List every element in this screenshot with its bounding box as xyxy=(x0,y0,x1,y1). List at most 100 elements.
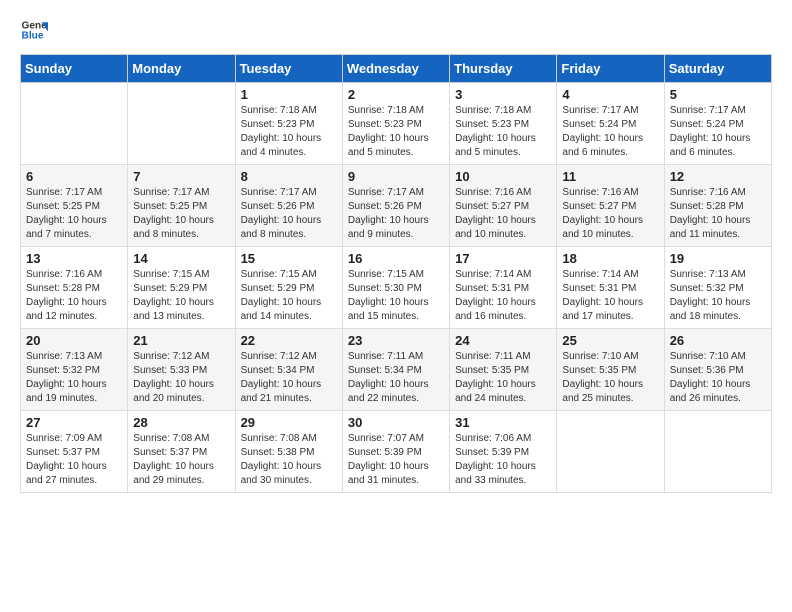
day-number: 28 xyxy=(133,415,229,430)
day-info: Sunrise: 7:15 AMSunset: 5:29 PMDaylight:… xyxy=(241,268,337,324)
day-info: Sunrise: 7:08 AMSunset: 5:38 PMDaylight:… xyxy=(241,432,337,488)
calendar-table: SundayMondayTuesdayWednesdayThursdayFrid… xyxy=(20,54,772,493)
day-info: Sunrise: 7:11 AMSunset: 5:35 PMDaylight:… xyxy=(455,350,551,406)
weekday-header-tuesday: Tuesday xyxy=(235,55,342,83)
day-info: Sunrise: 7:16 AMSunset: 5:27 PMDaylight:… xyxy=(455,186,551,242)
day-number: 14 xyxy=(133,251,229,266)
calendar-cell: 23 Sunrise: 7:11 AMSunset: 5:34 PMDayligh… xyxy=(342,329,449,411)
day-number: 6 xyxy=(26,169,122,184)
day-number: 10 xyxy=(455,169,551,184)
calendar-cell xyxy=(21,83,128,165)
day-info: Sunrise: 7:10 AMSunset: 5:35 PMDaylight:… xyxy=(562,350,658,406)
day-info: Sunrise: 7:17 AMSunset: 5:26 PMDaylight:… xyxy=(348,186,444,242)
day-number: 8 xyxy=(241,169,337,184)
calendar-cell: 18 Sunrise: 7:14 AMSunset: 5:31 PMDayligh… xyxy=(557,247,664,329)
calendar-cell: 15 Sunrise: 7:15 AMSunset: 5:29 PMDayligh… xyxy=(235,247,342,329)
calendar-cell: 5 Sunrise: 7:17 AMSunset: 5:24 PMDaylight… xyxy=(664,83,771,165)
day-info: Sunrise: 7:14 AMSunset: 5:31 PMDaylight:… xyxy=(562,268,658,324)
page-header: General Blue xyxy=(20,16,772,44)
calendar-cell: 29 Sunrise: 7:08 AMSunset: 5:38 PMDayligh… xyxy=(235,411,342,493)
day-number: 22 xyxy=(241,333,337,348)
calendar-cell: 22 Sunrise: 7:12 AMSunset: 5:34 PMDayligh… xyxy=(235,329,342,411)
calendar-cell: 1 Sunrise: 7:18 AMSunset: 5:23 PMDaylight… xyxy=(235,83,342,165)
day-number: 11 xyxy=(562,169,658,184)
day-number: 12 xyxy=(670,169,766,184)
calendar-cell: 21 Sunrise: 7:12 AMSunset: 5:33 PMDayligh… xyxy=(128,329,235,411)
calendar-cell: 13Sunrise: 7:16 AMSunset: 5:28 PMDayligh… xyxy=(21,247,128,329)
day-info: Sunrise: 7:15 AMSunset: 5:29 PMDaylight:… xyxy=(133,268,229,324)
calendar-week-row: 6 Sunrise: 7:17 AMSunset: 5:25 PMDaylight… xyxy=(21,165,772,247)
day-info: Sunrise: 7:13 AMSunset: 5:32 PMDaylight:… xyxy=(26,350,122,406)
day-number: 23 xyxy=(348,333,444,348)
calendar-header-row: SundayMondayTuesdayWednesdayThursdayFrid… xyxy=(21,55,772,83)
calendar-cell xyxy=(664,411,771,493)
calendar-cell: 31Sunrise: 7:06 AMSunset: 5:39 PMDayligh… xyxy=(450,411,557,493)
day-info: Sunrise: 7:18 AMSunset: 5:23 PMDaylight:… xyxy=(455,104,551,160)
day-info: Sunrise: 7:17 AMSunset: 5:24 PMDaylight:… xyxy=(670,104,766,160)
day-info: Sunrise: 7:11 AMSunset: 5:34 PMDaylight:… xyxy=(348,350,444,406)
day-info: Sunrise: 7:17 AMSunset: 5:24 PMDaylight:… xyxy=(562,104,658,160)
logo: General Blue xyxy=(20,16,48,44)
calendar-cell: 12 Sunrise: 7:16 AMSunset: 5:28 PMDayligh… xyxy=(664,165,771,247)
day-info: Sunrise: 7:17 AMSunset: 5:26 PMDaylight:… xyxy=(241,186,337,242)
weekday-header-thursday: Thursday xyxy=(450,55,557,83)
day-info: Sunrise: 7:17 AMSunset: 5:25 PMDaylight:… xyxy=(133,186,229,242)
day-number: 7 xyxy=(133,169,229,184)
day-info: Sunrise: 7:12 AMSunset: 5:34 PMDaylight:… xyxy=(241,350,337,406)
day-info: Sunrise: 7:16 AMSunset: 5:28 PMDaylight:… xyxy=(670,186,766,242)
calendar-cell: 26Sunrise: 7:10 AMSunset: 5:36 PMDayligh… xyxy=(664,329,771,411)
day-info: Sunrise: 7:08 AMSunset: 5:37 PMDaylight:… xyxy=(133,432,229,488)
day-info: Sunrise: 7:18 AMSunset: 5:23 PMDaylight:… xyxy=(241,104,337,160)
calendar-cell: 7 Sunrise: 7:17 AMSunset: 5:25 PMDaylight… xyxy=(128,165,235,247)
calendar-cell: 24 Sunrise: 7:11 AMSunset: 5:35 PMDayligh… xyxy=(450,329,557,411)
day-info: Sunrise: 7:12 AMSunset: 5:33 PMDaylight:… xyxy=(133,350,229,406)
weekday-header-monday: Monday xyxy=(128,55,235,83)
day-number: 19 xyxy=(670,251,766,266)
day-number: 24 xyxy=(455,333,551,348)
calendar-week-row: 20 Sunrise: 7:13 AMSunset: 5:32 PMDayligh… xyxy=(21,329,772,411)
day-number: 21 xyxy=(133,333,229,348)
weekday-header-friday: Friday xyxy=(557,55,664,83)
calendar-cell: 14 Sunrise: 7:15 AMSunset: 5:29 PMDayligh… xyxy=(128,247,235,329)
day-number: 2 xyxy=(348,87,444,102)
calendar-week-row: 13Sunrise: 7:16 AMSunset: 5:28 PMDayligh… xyxy=(21,247,772,329)
calendar-cell: 17Sunrise: 7:14 AMSunset: 5:31 PMDayligh… xyxy=(450,247,557,329)
day-number: 31 xyxy=(455,415,551,430)
day-number: 5 xyxy=(670,87,766,102)
calendar-cell: 11Sunrise: 7:16 AMSunset: 5:27 PMDayligh… xyxy=(557,165,664,247)
calendar-cell: 19Sunrise: 7:13 AMSunset: 5:32 PMDayligh… xyxy=(664,247,771,329)
day-number: 17 xyxy=(455,251,551,266)
day-number: 20 xyxy=(26,333,122,348)
day-number: 27 xyxy=(26,415,122,430)
calendar-week-row: 27 Sunrise: 7:09 AMSunset: 5:37 PMDayligh… xyxy=(21,411,772,493)
calendar-cell: 25 Sunrise: 7:10 AMSunset: 5:35 PMDayligh… xyxy=(557,329,664,411)
calendar-cell: 2 Sunrise: 7:18 AMSunset: 5:23 PMDaylight… xyxy=(342,83,449,165)
calendar-cell xyxy=(128,83,235,165)
day-number: 3 xyxy=(455,87,551,102)
calendar-cell: 16Sunrise: 7:15 AMSunset: 5:30 PMDayligh… xyxy=(342,247,449,329)
day-number: 26 xyxy=(670,333,766,348)
day-number: 15 xyxy=(241,251,337,266)
day-number: 1 xyxy=(241,87,337,102)
day-number: 16 xyxy=(348,251,444,266)
day-info: Sunrise: 7:16 AMSunset: 5:28 PMDaylight:… xyxy=(26,268,122,324)
calendar-cell xyxy=(557,411,664,493)
day-number: 29 xyxy=(241,415,337,430)
calendar-cell: 20 Sunrise: 7:13 AMSunset: 5:32 PMDayligh… xyxy=(21,329,128,411)
weekday-header-sunday: Sunday xyxy=(21,55,128,83)
calendar-cell: 4Sunrise: 7:17 AMSunset: 5:24 PMDaylight… xyxy=(557,83,664,165)
day-number: 18 xyxy=(562,251,658,266)
calendar-cell: 3 Sunrise: 7:18 AMSunset: 5:23 PMDaylight… xyxy=(450,83,557,165)
calendar-cell: 28 Sunrise: 7:08 AMSunset: 5:37 PMDayligh… xyxy=(128,411,235,493)
day-number: 25 xyxy=(562,333,658,348)
logo-icon: General Blue xyxy=(20,16,48,44)
calendar-week-row: 1 Sunrise: 7:18 AMSunset: 5:23 PMDaylight… xyxy=(21,83,772,165)
weekday-header-wednesday: Wednesday xyxy=(342,55,449,83)
calendar-cell: 9Sunrise: 7:17 AMSunset: 5:26 PMDaylight… xyxy=(342,165,449,247)
day-info: Sunrise: 7:17 AMSunset: 5:25 PMDaylight:… xyxy=(26,186,122,242)
day-number: 30 xyxy=(348,415,444,430)
svg-text:Blue: Blue xyxy=(22,31,44,42)
day-info: Sunrise: 7:18 AMSunset: 5:23 PMDaylight:… xyxy=(348,104,444,160)
day-info: Sunrise: 7:09 AMSunset: 5:37 PMDaylight:… xyxy=(26,432,122,488)
calendar-cell: 27 Sunrise: 7:09 AMSunset: 5:37 PMDayligh… xyxy=(21,411,128,493)
